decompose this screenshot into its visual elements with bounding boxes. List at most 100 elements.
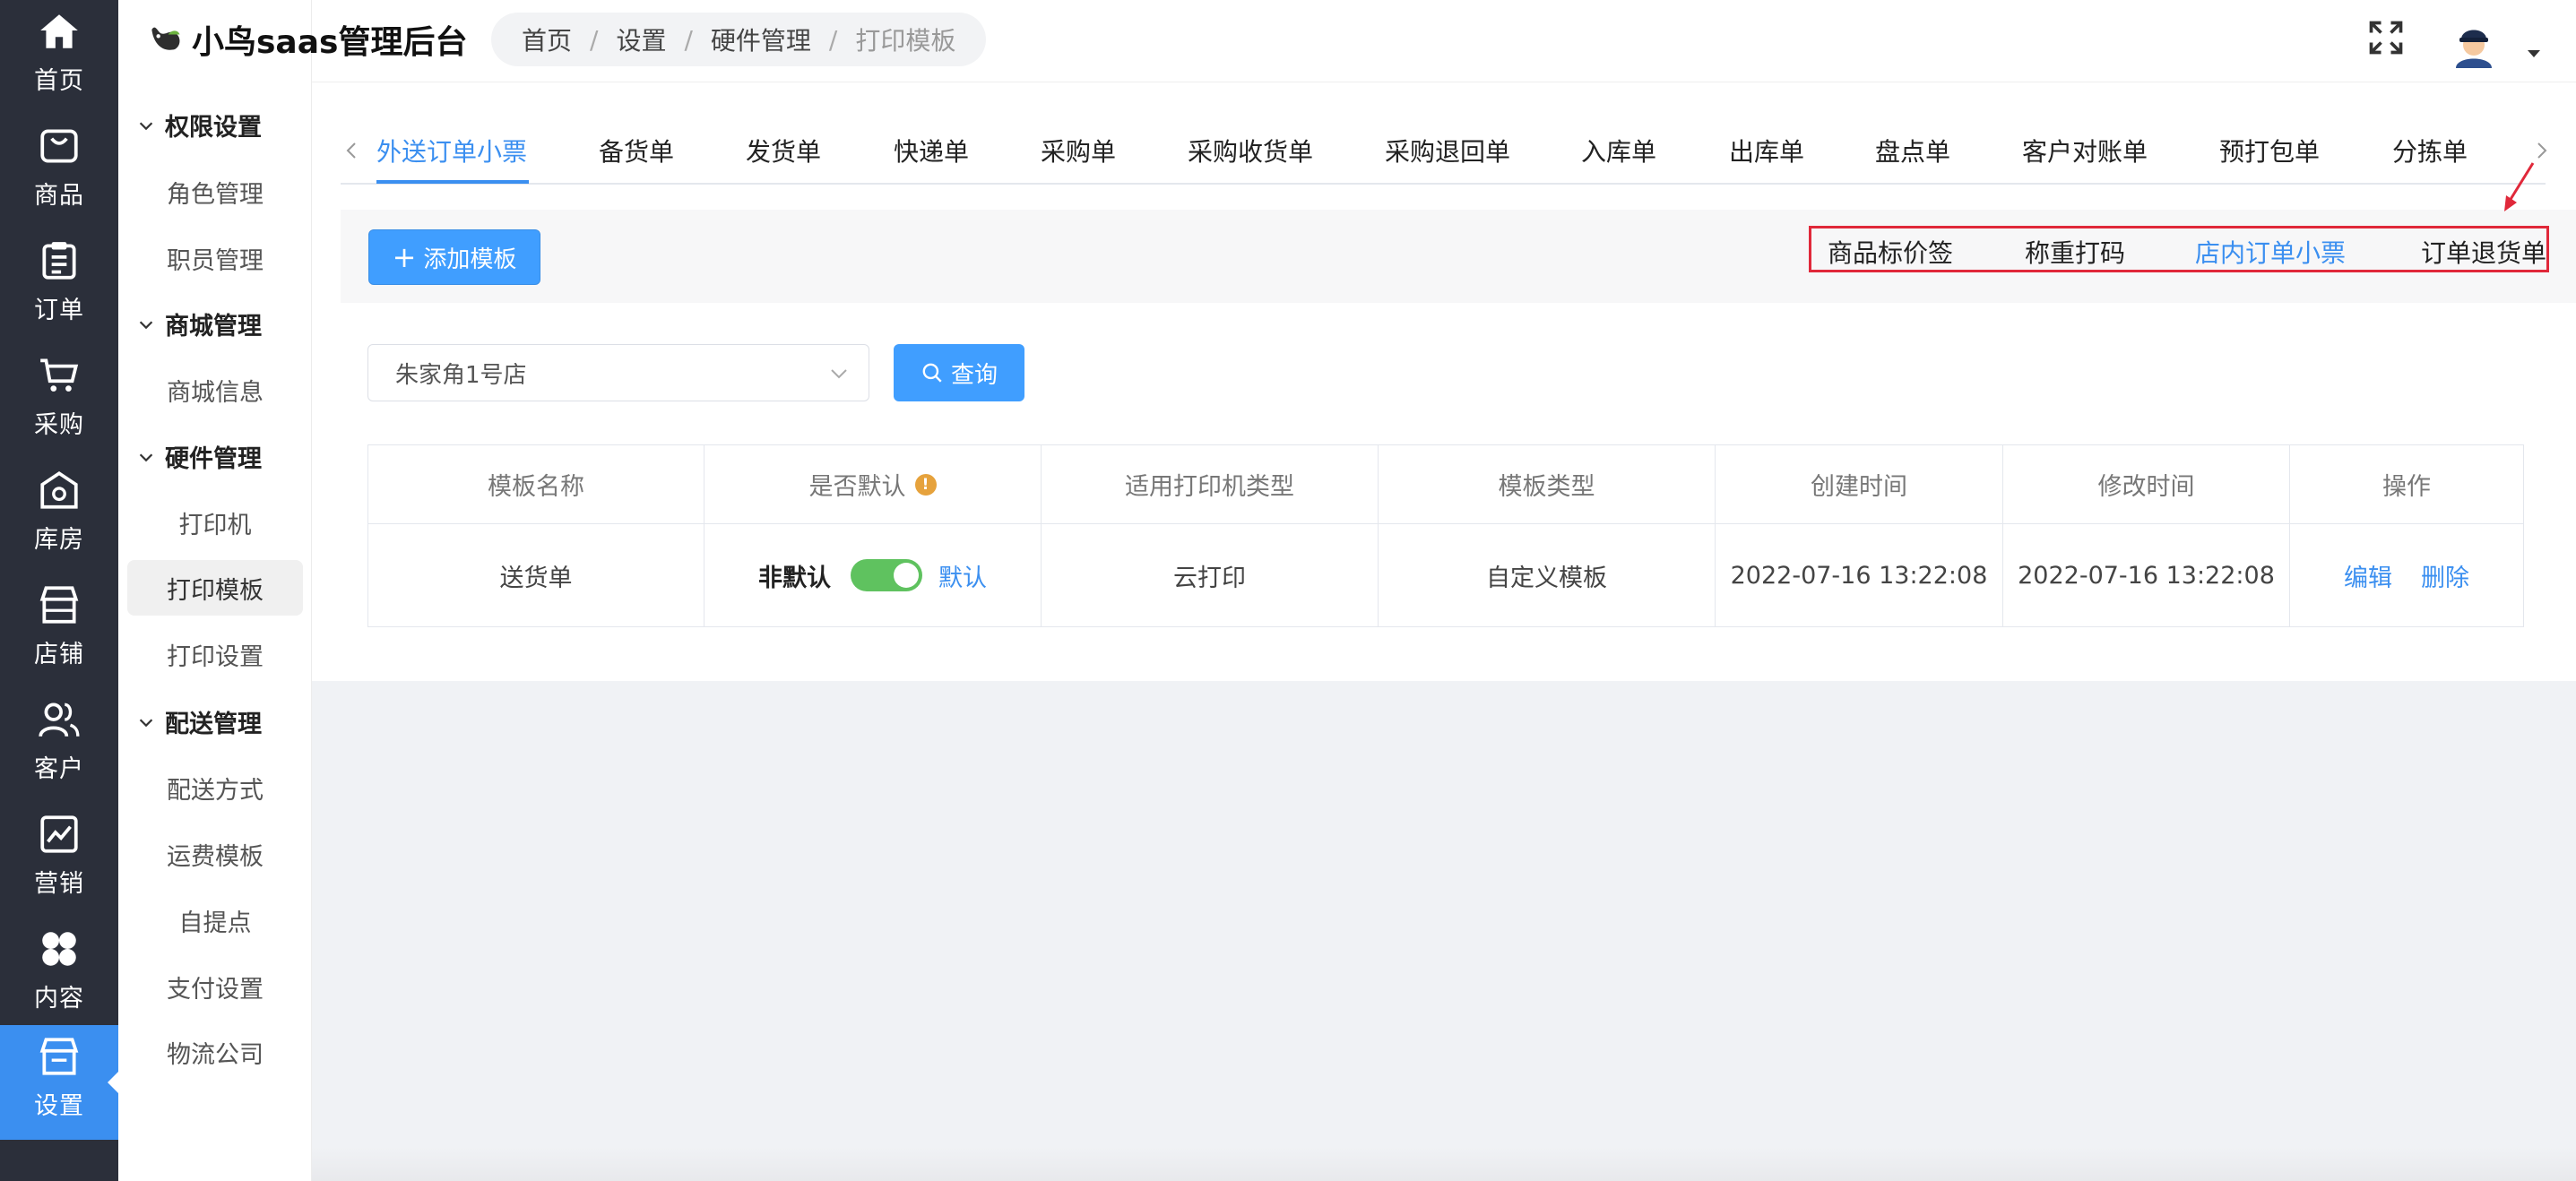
rail-label: 采购	[34, 411, 84, 439]
sidebar-item-print-template[interactable]: 打印模板	[127, 560, 303, 616]
cell-default: 非默认 默认	[705, 524, 1042, 626]
sidebar-item-pickup-point[interactable]: 自提点	[127, 892, 303, 948]
sidebar-item-freight-template[interactable]: 运费模板	[127, 826, 303, 882]
rail-item-goods[interactable]: 商品	[0, 115, 118, 229]
tab-outbound[interactable]: 出库单	[1729, 133, 1804, 168]
rail-label: 订单	[34, 297, 84, 324]
tabs-next-icon[interactable]	[2533, 140, 2551, 161]
breadcrumb-item-hardware[interactable]: 硬件管理	[711, 22, 811, 57]
store-select-value: 朱家角1号店	[395, 361, 527, 389]
sidebar-group-permissions[interactable]: 权限设置	[136, 108, 262, 142]
template-tabs: 外送订单小票 备货单 发货单 快递单 采购单 采购收货单 采购退回单 入库单 出…	[341, 125, 2546, 185]
tab-purchase-return[interactable]: 采购退回单	[1385, 133, 1510, 168]
query-label: 查询	[950, 361, 998, 389]
cart-icon	[40, 358, 79, 392]
tab-purchase-order[interactable]: 采购单	[1041, 133, 1116, 168]
breadcrumb-item-home[interactable]: 首页	[522, 22, 572, 57]
settings-store-icon	[39, 1038, 79, 1075]
tab-customer-statement[interactable]: 客户对账单	[2022, 133, 2148, 168]
chevron-down-icon	[139, 320, 153, 329]
sidebar-group-title: 权限设置	[165, 114, 262, 142]
sidebar-item-logistics[interactable]: 物流公司	[127, 1024, 303, 1080]
edit-link[interactable]: 编辑	[2344, 558, 2392, 593]
sidebar-group-mall[interactable]: 商城管理	[136, 306, 262, 341]
sidebar-group-title: 商城管理	[165, 313, 262, 341]
active-tab-indicator	[376, 180, 529, 184]
tab-price-label[interactable]: 商品标价签	[1828, 234, 1953, 270]
rail-item-content[interactable]: 内容	[0, 918, 118, 1032]
rail-item-settings[interactable]: 设置	[0, 1025, 118, 1140]
tab-return-order[interactable]: 订单退货单	[2421, 234, 2546, 270]
rail-item-purchase[interactable]: 采购	[0, 344, 118, 459]
breadcrumb: 首页 / 设置 / 硬件管理 / 打印模板	[491, 13, 987, 66]
rail-item-customers[interactable]: 客户	[0, 688, 118, 803]
cell-actions: 编辑 删除	[2290, 524, 2523, 626]
rail-item-shop[interactable]: 店铺	[0, 573, 118, 688]
rail-item-orders[interactable]: 订单	[0, 229, 118, 344]
clover-icon	[42, 932, 76, 966]
default-switch-group: 非默认 默认	[758, 558, 987, 593]
chevron-down-icon	[139, 718, 153, 727]
toggle-knob	[894, 563, 919, 588]
rail-label: 营销	[34, 870, 84, 898]
chevron-down-icon	[139, 121, 153, 130]
sidebar-item-payment-settings[interactable]: 支付设置	[127, 959, 303, 1014]
sidebar-item-print-settings[interactable]: 打印设置	[127, 626, 303, 682]
sidebar-item-mall-info[interactable]: 商城信息	[127, 362, 303, 418]
switch-on-label: 默认	[938, 564, 987, 592]
query-button[interactable]: 查询	[894, 344, 1024, 401]
store-icon	[39, 586, 79, 624]
info-warning-icon[interactable]: !	[914, 473, 937, 496]
rail-item-marketing[interactable]: 营销	[0, 803, 118, 918]
tab-inbound[interactable]: 入库单	[1581, 133, 1656, 168]
chevron-down-icon[interactable]	[2526, 48, 2542, 59]
column-header-printer-type: 适用打印机类型	[1042, 445, 1379, 524]
sidebar-item-printer[interactable]: 打印机	[127, 495, 303, 550]
tab-stocktake[interactable]: 盘点单	[1875, 133, 1950, 168]
bird-logo-icon	[151, 27, 180, 50]
annotation-arrow-icon	[2504, 162, 2535, 211]
store-select[interactable]: 朱家角1号店	[367, 344, 869, 401]
delete-link[interactable]: 删除	[2421, 558, 2469, 593]
tab-sorting[interactable]: 分拣单	[2392, 133, 2468, 168]
sidebar-item-roles[interactable]: 角色管理	[127, 164, 303, 220]
rail-item-home[interactable]: 首页	[0, 0, 118, 115]
users-icon	[39, 703, 80, 737]
tab-delivery-receipt[interactable]: 外送订单小票	[376, 133, 527, 168]
switch-off-label: 非默认	[758, 564, 831, 592]
breadcrumb-item-current: 打印模板	[855, 26, 956, 56]
search-icon	[922, 363, 942, 383]
tab-weigh-label[interactable]: 称重打码	[2025, 234, 2125, 270]
cell-created: 2022-07-16 13:22:08	[1716, 524, 2003, 626]
bag-icon	[40, 129, 78, 163]
column-header-created: 创建时间	[1716, 445, 2003, 524]
tab-purchase-receipt[interactable]: 采购收货单	[1188, 133, 1313, 168]
clipboard-icon	[42, 242, 76, 280]
add-template-button[interactable]: + 添加模板	[368, 229, 540, 285]
default-toggle[interactable]	[851, 559, 922, 591]
rail-label: 店铺	[34, 641, 84, 668]
tab-instore-receipt[interactable]: 店内订单小票	[2195, 234, 2346, 270]
tab-prepack[interactable]: 预打包单	[2219, 133, 2320, 168]
sidebar-group-hardware[interactable]: 硬件管理	[136, 439, 262, 474]
sidebar-item-delivery-method[interactable]: 配送方式	[127, 760, 303, 815]
icon-rail: 首页 商品 订单 采购 库房 店铺 客户 营销 内容 设置	[0, 0, 118, 1181]
column-header-modified: 修改时间	[2003, 445, 2290, 524]
sidebar-group-delivery[interactable]: 配送管理	[136, 704, 262, 739]
fullscreen-icon[interactable]	[2366, 18, 2406, 57]
breadcrumb-item-settings[interactable]: 设置	[616, 22, 666, 57]
column-header-name: 模板名称	[368, 445, 705, 524]
column-header-default: 是否默认 !	[705, 445, 1042, 524]
sidebar-item-staff[interactable]: 职员管理	[127, 230, 303, 286]
overflow-tabs-highlight: 商品标价签 称重打码 店内订单小票 订单退货单	[1809, 226, 2549, 272]
cell-modified: 2022-07-16 13:22:08	[2003, 524, 2290, 626]
tab-express-list[interactable]: 快递单	[894, 133, 969, 168]
tab-shipping-list[interactable]: 发货单	[746, 133, 821, 168]
rail-item-warehouse[interactable]: 库房	[0, 459, 118, 573]
warehouse-icon	[40, 470, 78, 509]
plus-icon: +	[392, 240, 417, 274]
template-table: 模板名称 是否默认 ! 适用打印机类型 模板类型 创建时间 修改时间 操作 送货…	[367, 444, 2524, 627]
user-avatar-icon[interactable]	[2447, 18, 2501, 72]
page-bottom-edge	[312, 1147, 2576, 1181]
tab-stock-list[interactable]: 备货单	[599, 133, 674, 168]
